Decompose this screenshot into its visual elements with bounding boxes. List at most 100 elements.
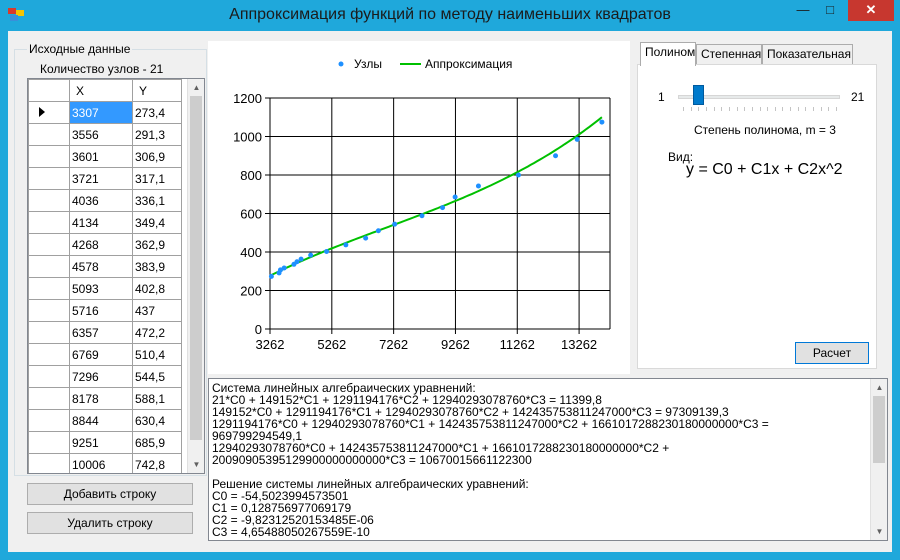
cell-x[interactable]: 10006 (69, 453, 133, 473)
column-header-y[interactable]: Y (132, 79, 182, 102)
cell-x[interactable]: 3601 (69, 145, 133, 168)
tab-power[interactable]: Степенная (696, 44, 762, 65)
cell-y[interactable]: 544,5 (132, 365, 182, 388)
row-header[interactable] (28, 365, 70, 388)
table-row[interactable]: 9251 685,9 (28, 431, 182, 454)
cell-x[interactable]: 6357 (69, 321, 133, 344)
row-header[interactable] (28, 145, 70, 168)
scroll-up-arrow-icon[interactable]: ▲ (871, 379, 887, 396)
table-row[interactable]: 7296 544,5 (28, 365, 182, 388)
table-row[interactable]: 8844 630,4 (28, 409, 182, 432)
cell-y[interactable]: 362,9 (132, 233, 182, 256)
tab-polynomial[interactable]: Полином (640, 42, 696, 66)
slider-tick (828, 107, 830, 111)
cell-y[interactable]: 472,2 (132, 321, 182, 344)
cell-x[interactable]: 5093 (69, 277, 133, 300)
table-row[interactable]: 4578 383,9 (28, 255, 182, 278)
cell-y[interactable]: 306,9 (132, 145, 182, 168)
slider-tick (836, 107, 837, 111)
cell-y[interactable]: 437 (132, 299, 182, 322)
cell-x[interactable]: 5716 (69, 299, 133, 322)
scroll-down-arrow-icon[interactable]: ▼ (188, 456, 204, 473)
calculate-button[interactable]: Расчет (795, 342, 869, 364)
cell-x[interactable]: 6769 (69, 343, 133, 366)
row-header[interactable] (28, 453, 70, 473)
cell-x[interactable]: 4578 (69, 255, 133, 278)
table-row[interactable]: 3556 291,3 (28, 123, 182, 146)
cell-x[interactable]: 3556 (69, 123, 133, 146)
cell-x[interactable]: 4268 (69, 233, 133, 256)
cell-y[interactable]: 273,4 (132, 101, 182, 124)
column-header-x[interactable]: X (69, 79, 133, 102)
slider-tick (774, 107, 776, 111)
row-header[interactable] (28, 387, 70, 410)
table-row[interactable]: 4134 349,4 (28, 211, 182, 234)
maximize-button[interactable]: □ (817, 0, 843, 21)
row-header[interactable] (28, 123, 70, 146)
grid-corner-header (28, 79, 70, 102)
row-header[interactable] (28, 233, 70, 256)
row-header[interactable] (28, 255, 70, 278)
row-header[interactable] (28, 277, 70, 300)
row-header[interactable] (28, 431, 70, 454)
title-bar[interactable]: Аппроксимация функций по методу наименьш… (0, 0, 900, 32)
row-header[interactable] (28, 167, 70, 190)
cell-x[interactable]: 4036 (69, 189, 133, 212)
grid-scrollbar[interactable]: ▲ ▼ (187, 79, 204, 473)
table-row[interactable]: 8178 588,1 (28, 387, 182, 410)
minimize-button[interactable]: — (790, 0, 816, 21)
delete-row-button[interactable]: Удалить строку (27, 512, 193, 534)
table-row[interactable]: 3307 273,4 (28, 101, 182, 124)
cell-y[interactable]: 685,9 (132, 431, 182, 454)
row-header[interactable] (28, 343, 70, 366)
row-header[interactable] (28, 189, 70, 212)
cell-x[interactable]: 9251 (69, 431, 133, 454)
output-scrollbar[interactable]: ▲ ▼ (870, 379, 887, 540)
degree-slider-thumb[interactable] (693, 85, 705, 105)
cell-x[interactable]: 8178 (69, 387, 133, 410)
slider-tick (736, 107, 738, 111)
tab-exponential[interactable]: Показательная (762, 44, 853, 65)
row-header[interactable] (28, 211, 70, 234)
table-row[interactable]: 5093 402,8 (28, 277, 182, 300)
cell-y[interactable]: 402,8 (132, 277, 182, 300)
row-header[interactable] (28, 409, 70, 432)
cell-y[interactable]: 317,1 (132, 167, 182, 190)
legend-label-nodes: Узлы (354, 57, 382, 71)
cell-y[interactable]: 630,4 (132, 409, 182, 432)
cell-y[interactable]: 291,3 (132, 123, 182, 146)
table-row[interactable]: 3721 317,1 (28, 167, 182, 190)
row-header[interactable] (28, 101, 70, 124)
output-textbox[interactable]: Система линейных алгебраических уравнени… (208, 378, 888, 541)
x-tick-label: 5262 (317, 337, 346, 352)
cell-y[interactable]: 742,8 (132, 453, 182, 473)
table-row[interactable]: 4036 336,1 (28, 189, 182, 212)
data-grid[interactable]: X Y 3307 273,4 3556 291,3 3601 306,9 3721 317,1… (27, 78, 205, 474)
cell-y[interactable]: 510,4 (132, 343, 182, 366)
scroll-down-arrow-icon[interactable]: ▼ (871, 523, 887, 540)
cell-x[interactable]: 7296 (69, 365, 133, 388)
cell-x[interactable]: 3721 (69, 167, 133, 190)
row-header[interactable] (28, 321, 70, 344)
table-row[interactable]: 4268 362,9 (28, 233, 182, 256)
close-button[interactable]: ✕ (848, 0, 894, 21)
slider-tick (782, 107, 784, 111)
table-row[interactable]: 3601 306,9 (28, 145, 182, 168)
cell-y[interactable]: 349,4 (132, 211, 182, 234)
row-header[interactable] (28, 299, 70, 322)
y-tick-label: 800 (240, 168, 262, 183)
table-row[interactable]: 5716 437 (28, 299, 182, 322)
cell-y[interactable]: 588,1 (132, 387, 182, 410)
cell-x[interactable]: 3307 (69, 101, 133, 124)
table-row[interactable]: 6357 472,2 (28, 321, 182, 344)
scroll-up-arrow-icon[interactable]: ▲ (188, 79, 204, 96)
scroll-thumb[interactable] (190, 96, 202, 440)
add-row-button[interactable]: Добавить строку (27, 483, 193, 505)
cell-y[interactable]: 336,1 (132, 189, 182, 212)
table-row[interactable]: 6769 510,4 (28, 343, 182, 366)
cell-y[interactable]: 383,9 (132, 255, 182, 278)
cell-x[interactable]: 8844 (69, 409, 133, 432)
cell-x[interactable]: 4134 (69, 211, 133, 234)
table-row[interactable]: 10006 742,8 (28, 453, 182, 473)
output-scroll-thumb[interactable] (873, 396, 885, 463)
